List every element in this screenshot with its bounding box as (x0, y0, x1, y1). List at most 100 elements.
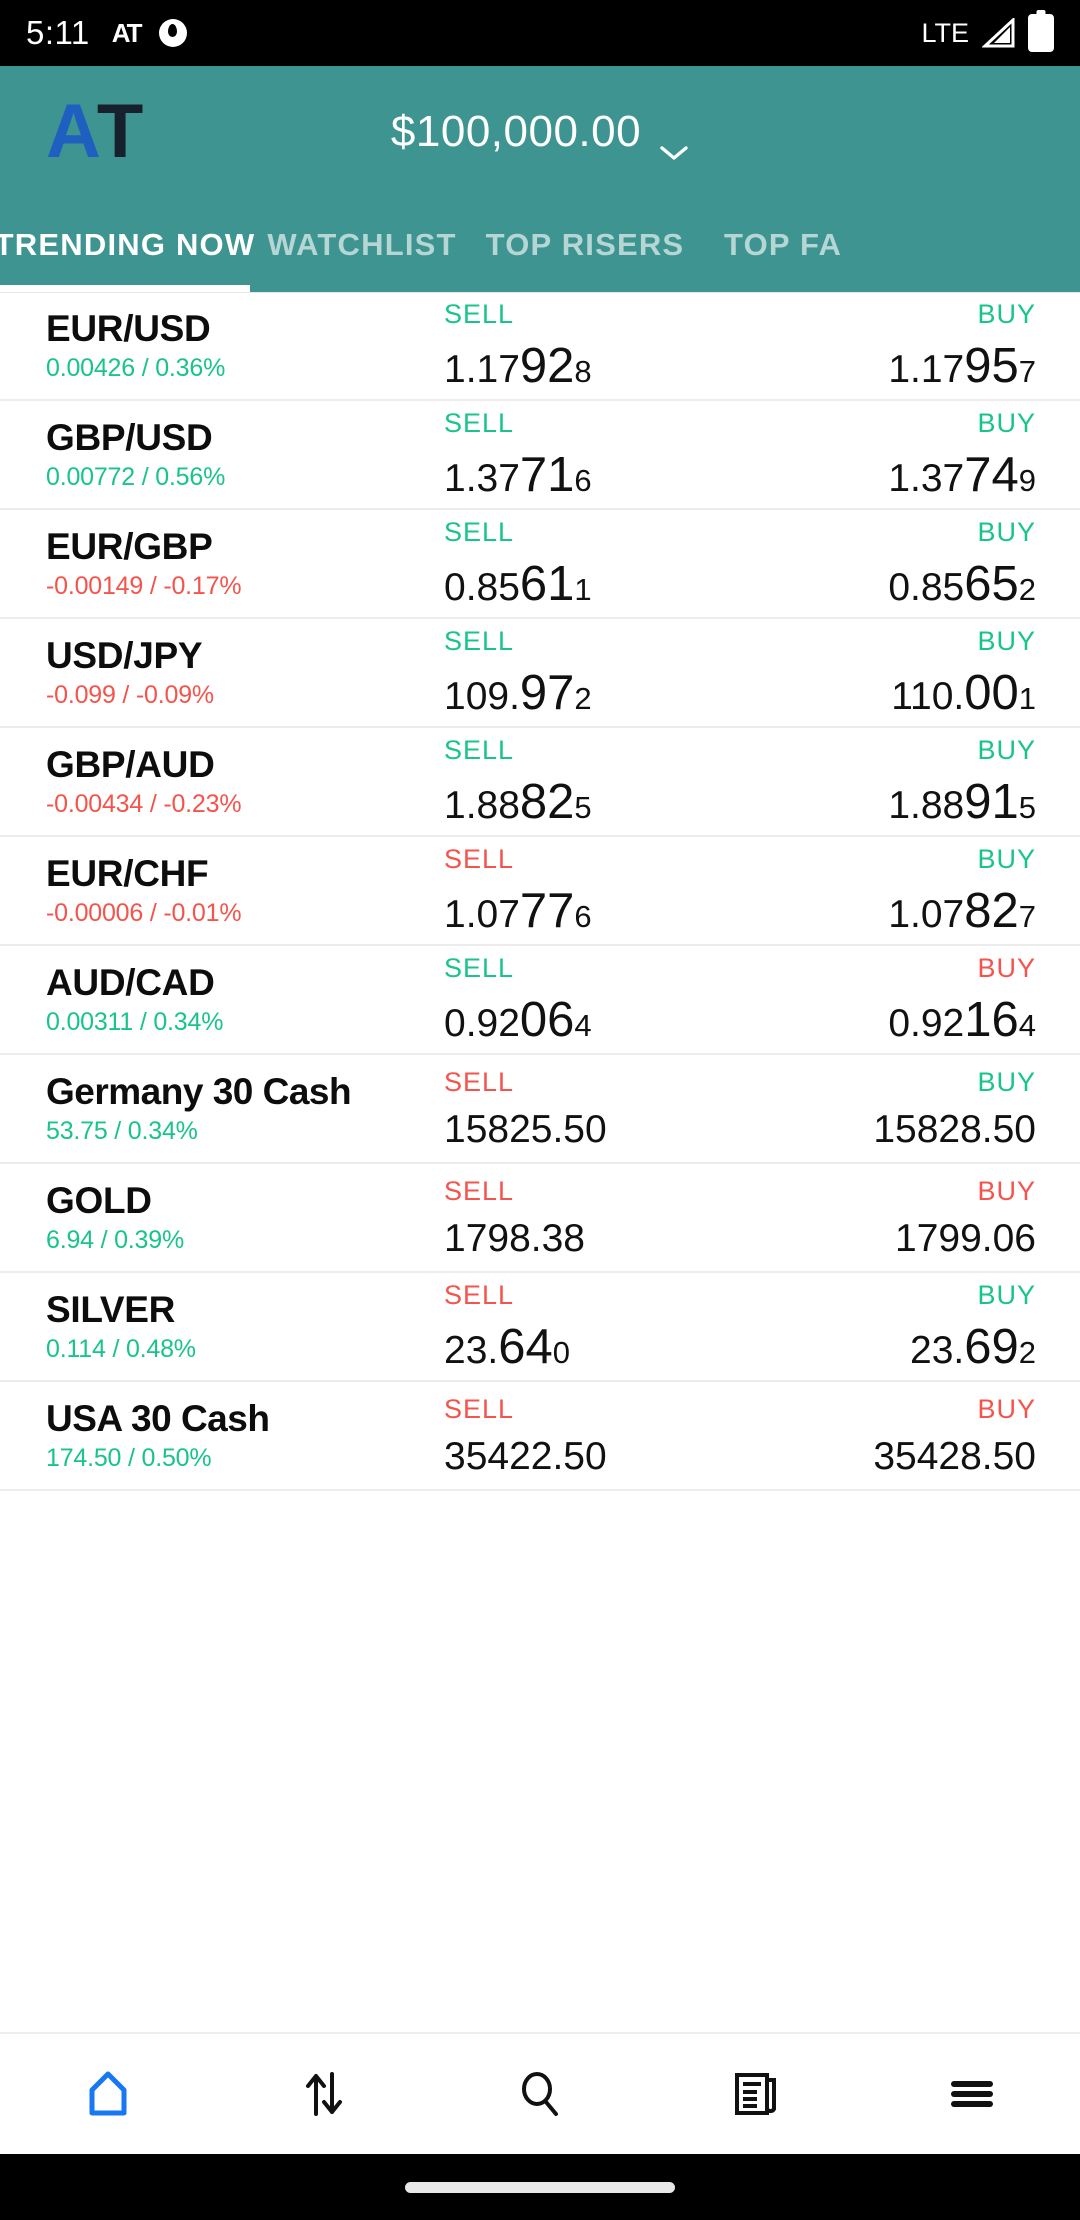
sell-price: 109. 97 2 (444, 665, 592, 720)
instrument-row[interactable]: GBP/USD 0.00772 / 0.56% SELL 1.37 71 6 BUY 1.37… (0, 401, 1080, 510)
instrument-row[interactable]: EUR/GBP -0.00149 / -0.17% SELL 0.85 61 1 BUY 0.… (0, 510, 1080, 619)
sell-price-p3: 6 (574, 898, 592, 934)
bottom-navigation-bar[interactable] (0, 2032, 1080, 2154)
buy-label: BUY (977, 1279, 1036, 1310)
tab-watchlist[interactable]: WATCHLIST (250, 198, 474, 292)
sell-cell[interactable]: SELL 1.37 71 6 (406, 401, 740, 508)
buy-price: 35428.50 (873, 1437, 1036, 1476)
tab-top-favourites[interactable]: TOP FA (696, 198, 974, 292)
buy-cell[interactable]: BUY 35428.50 (740, 1382, 1036, 1489)
instrument-row[interactable]: USD/JPY -0.099 / -0.09% SELL 109. 97 2 BUY 110.… (0, 619, 1080, 728)
buy-price-p1: 1.07 (888, 892, 965, 936)
nav-search-button[interactable] (432, 2034, 648, 2154)
buy-price-p2: 69 (964, 1319, 1019, 1374)
sell-label: SELL (444, 952, 515, 983)
sell-label: SELL (444, 1066, 515, 1097)
instrument-row[interactable]: Germany 30 Cash 53.75 / 0.34% SELL 15825.50… (0, 1055, 1080, 1164)
buy-cell[interactable]: BUY 15828.50 (740, 1055, 1036, 1162)
buy-label: BUY (977, 299, 1036, 329)
status-bar: 5:11 AT LTE (0, 0, 1080, 66)
buy-cell[interactable]: BUY 1.37 74 9 (740, 401, 1036, 508)
gesture-navigation-bar (0, 2154, 1080, 2220)
instrument-change: -0.00006 / -0.01% (46, 898, 242, 927)
account-balance-container: $100,000.00 (0, 66, 1080, 198)
instrument-list[interactable]: EUR/USD 0.00426 / 0.36% SELL 1.17 92 8 BUY 1.17… (0, 292, 1080, 2032)
buy-label: BUY (977, 1066, 1036, 1097)
nav-home-button[interactable] (0, 2034, 216, 2154)
buy-price: 0.85 65 2 (888, 559, 1036, 609)
sell-cell[interactable]: SELL 35422.50 (406, 1382, 740, 1489)
buy-price-p1: 1799.06 (895, 1216, 1036, 1260)
sell-price-p1: 1.07 (444, 892, 520, 936)
sell-cell[interactable]: SELL 1.17 92 8 (406, 293, 740, 399)
buy-cell[interactable]: BUY 1.17 95 7 (740, 293, 1036, 399)
instrument-change: 174.50 / 0.50% (46, 1443, 212, 1472)
sell-cell[interactable]: SELL 1.07 77 6 (406, 837, 740, 944)
buy-cell[interactable]: BUY 23. 69 2 (740, 1273, 1036, 1380)
category-tab-bar[interactable]: TRENDING NOW WATCHLIST TOP RISERS TOP FA (0, 198, 1080, 292)
buy-cell[interactable]: BUY 110. 00 1 (740, 619, 1036, 726)
instrument-symbol: GOLD (46, 1179, 152, 1221)
status-bar-clock: 5:11 (26, 14, 90, 51)
sell-label: SELL (444, 299, 515, 329)
buy-price-p2: 82 (964, 883, 1019, 938)
sell-price-p1: 35422.50 (444, 1434, 607, 1478)
instrument-row[interactable]: GBP/AUD -0.00434 / -0.23% SELL 1.88 82 5 BUY 1.… (0, 728, 1080, 837)
sell-cell[interactable]: SELL 109. 97 2 (406, 619, 740, 726)
sell-price-p1: 1.17 (444, 348, 520, 391)
instrument-row[interactable]: EUR/USD 0.00426 / 0.36% SELL 1.17 92 8 BUY 1.17… (0, 292, 1080, 401)
instrument-row[interactable]: GOLD 6.94 / 0.39% SELL 1798.38 BUY 1799.06 (0, 1164, 1080, 1273)
instrument-change: 6.94 / 0.39% (46, 1225, 184, 1254)
sell-cell[interactable]: SELL 0.92 06 4 (406, 946, 740, 1053)
instrument-row[interactable]: USA 30 Cash 174.50 / 0.50% SELL 35422.50 BUY… (0, 1382, 1080, 1491)
sell-price-p3: 2 (574, 680, 592, 716)
buy-cell[interactable]: BUY 0.92 16 4 (740, 946, 1036, 1053)
tab-top-risers[interactable]: TOP RISERS (474, 198, 696, 292)
sell-price-p2: 64 (498, 1319, 553, 1374)
buy-price-p3: 2 (1018, 571, 1036, 607)
buy-price-p3: 9 (1018, 462, 1036, 498)
buy-label: BUY (977, 516, 1036, 547)
sell-cell[interactable]: SELL 1.88 82 5 (406, 728, 740, 835)
gesture-pill[interactable] (405, 2181, 675, 2193)
instrument-row[interactable]: SILVER 0.114 / 0.48% SELL 23. 64 0 BUY 23. 69 2 (0, 1273, 1080, 1382)
sell-price-p3: 8 (574, 354, 592, 389)
sell-label: SELL (444, 843, 515, 874)
instrument-row[interactable]: AUD/CAD 0.00311 / 0.34% SELL 0.92 06 4 BUY 0.92… (0, 946, 1080, 1055)
instrument-change: 0.00311 / 0.34% (46, 1007, 224, 1036)
sell-price: 1.37 71 6 (444, 450, 592, 500)
sell-label: SELL (444, 1175, 515, 1206)
instrument-symbol: EUR/CHF (46, 852, 209, 894)
sell-price: 1.88 82 5 (444, 777, 592, 827)
sell-cell[interactable]: SELL 23. 64 0 (406, 1273, 740, 1380)
sell-price-p2: 97 (519, 665, 575, 720)
sell-cell[interactable]: SELL 0.85 61 1 (406, 510, 740, 617)
nav-menu-button[interactable] (864, 2034, 1080, 2154)
buy-cell[interactable]: BUY 1.07 82 7 (740, 837, 1036, 944)
tab-trending-now[interactable]: TRENDING NOW (0, 198, 254, 292)
buy-price: 1.07 82 7 (888, 883, 1036, 938)
instrument-row[interactable]: EUR/CHF -0.00006 / -0.01% SELL 1.07 77 6 BUY 1.… (0, 837, 1080, 946)
instrument-symbol: Germany 30 Cash (46, 1070, 352, 1112)
sell-label: SELL (444, 407, 515, 438)
buy-price: 1.37 74 9 (888, 450, 1036, 500)
instrument-identity: GBP/AUD -0.00434 / -0.23% (46, 745, 406, 817)
sell-price-p1: 1.88 (444, 783, 520, 827)
instrument-symbol: EUR/USD (46, 308, 211, 350)
sell-price-p2: 92 (519, 339, 575, 393)
buy-cell[interactable]: BUY 1799.06 (740, 1164, 1036, 1271)
buy-price-p1: 23. (910, 1328, 965, 1372)
instrument-identity: Germany 30 Cash 53.75 / 0.34% (46, 1070, 406, 1144)
buy-price-p2: 95 (964, 339, 1019, 393)
sell-cell[interactable]: SELL 1798.38 (406, 1164, 740, 1271)
buy-price-p1: 0.85 (888, 565, 965, 609)
nav-news-button[interactable] (648, 2034, 864, 2154)
sell-cell[interactable]: SELL 15825.50 (406, 1055, 740, 1162)
buy-label: BUY (977, 734, 1036, 765)
buy-cell[interactable]: BUY 0.85 65 2 (740, 510, 1036, 617)
buy-price-p1: 1.17 (888, 348, 965, 391)
buy-cell[interactable]: BUY 1.88 91 5 (740, 728, 1036, 835)
app-header: AT $100,000.00 (0, 66, 1080, 198)
account-balance-selector[interactable]: $100,000.00 (391, 107, 689, 160)
nav-trade-button[interactable] (216, 2034, 432, 2154)
